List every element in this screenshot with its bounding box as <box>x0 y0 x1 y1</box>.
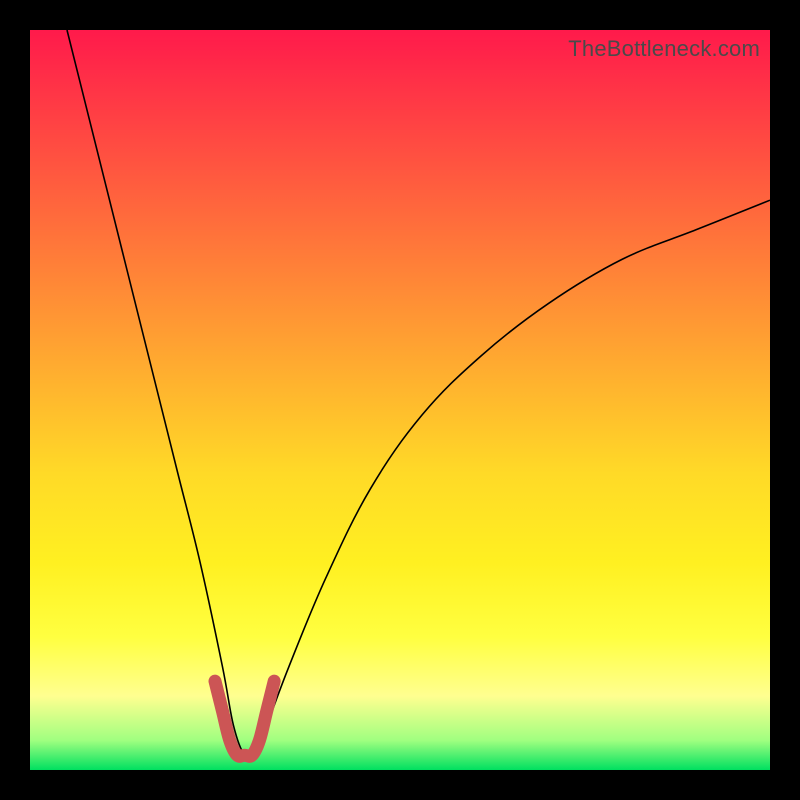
watermark-text: TheBottleneck.com <box>568 36 760 62</box>
bottleneck-curve <box>67 30 770 759</box>
chart-frame: TheBottleneck.com <box>30 30 770 770</box>
optimal-zone-highlight <box>215 681 274 756</box>
chart-plot <box>30 30 770 770</box>
